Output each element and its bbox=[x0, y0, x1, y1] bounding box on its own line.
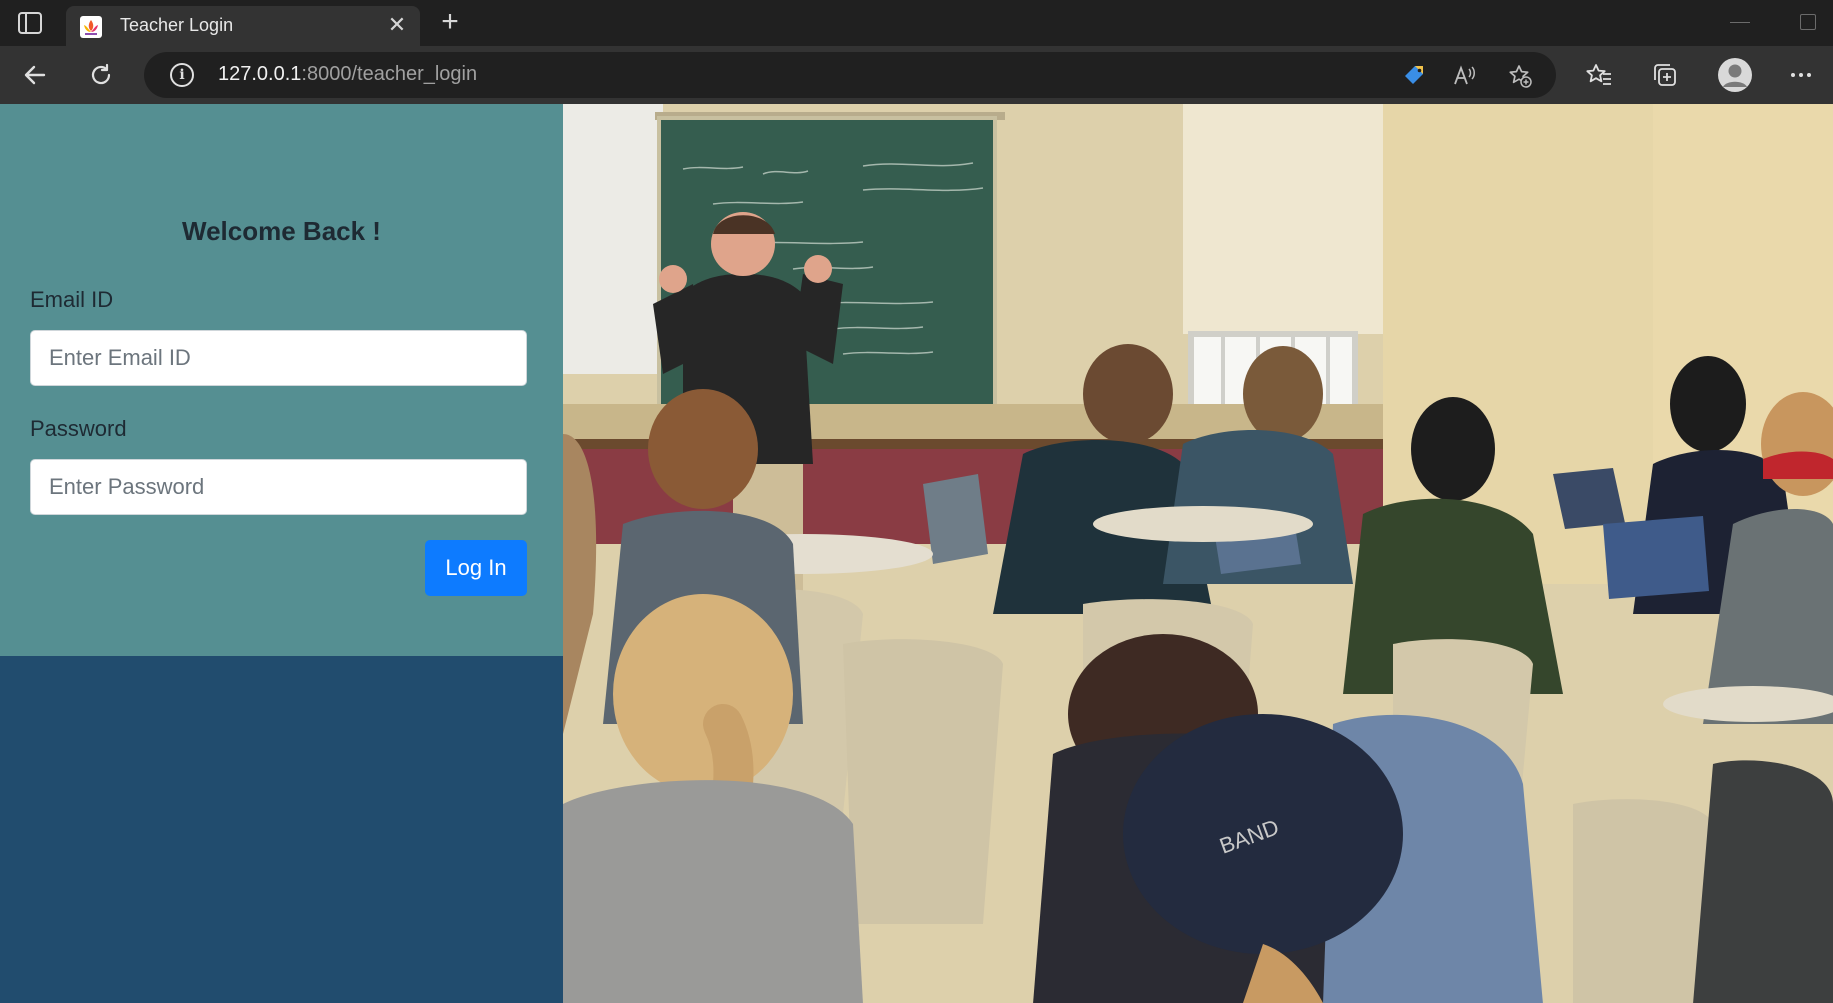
email-label: Email ID bbox=[30, 287, 114, 312]
footer-panel bbox=[0, 656, 563, 1003]
new-tab-icon[interactable]: + bbox=[436, 7, 464, 37]
profile-avatar-icon[interactable] bbox=[1716, 56, 1754, 94]
collections-icon[interactable] bbox=[1648, 58, 1682, 92]
login-button[interactable]: Log In bbox=[425, 540, 527, 596]
password-label: Password bbox=[30, 416, 127, 441]
close-icon[interactable]: ✕ bbox=[386, 14, 408, 36]
info-icon[interactable]: i bbox=[170, 63, 194, 87]
minimize-icon[interactable] bbox=[1730, 22, 1750, 23]
favicon-icon bbox=[80, 16, 102, 38]
coupon-tag-icon[interactable] bbox=[1400, 62, 1428, 90]
more-menu-icon[interactable] bbox=[1784, 58, 1818, 92]
browser-toolbar: i 127.0.0.1:8000/teacher_login bbox=[0, 46, 1833, 104]
address-bar[interactable]: i 127.0.0.1:8000/teacher_login bbox=[144, 52, 1556, 98]
email-field[interactable] bbox=[30, 330, 527, 386]
refresh-icon[interactable] bbox=[84, 58, 118, 92]
password-field[interactable] bbox=[30, 459, 527, 515]
url-path: :8000/teacher_login bbox=[301, 63, 478, 85]
page-content: Welcome Back ! Email ID Password Log In bbox=[0, 104, 1833, 1003]
classroom-photo: BAND bbox=[563, 104, 1833, 1003]
sidebar-toggle-icon[interactable] bbox=[18, 12, 42, 34]
read-aloud-icon[interactable] bbox=[1450, 62, 1478, 90]
tab-title: Teacher Login bbox=[120, 15, 234, 35]
maximize-icon[interactable] bbox=[1800, 14, 1816, 30]
back-icon[interactable] bbox=[18, 58, 52, 92]
url-text[interactable]: 127.0.0.1:8000/teacher_login bbox=[218, 63, 477, 86]
url-host: 127.0.0.1 bbox=[218, 63, 302, 85]
login-panel: Welcome Back ! Email ID Password Log In bbox=[0, 104, 563, 656]
add-favorite-icon[interactable] bbox=[1506, 62, 1534, 90]
tab-teacher-login[interactable]: Teacher Login ✕ bbox=[66, 6, 420, 46]
favorites-icon[interactable] bbox=[1582, 58, 1616, 92]
tab-strip: Teacher Login ✕ + bbox=[0, 0, 1833, 46]
page-title: Welcome Back ! bbox=[182, 216, 381, 246]
